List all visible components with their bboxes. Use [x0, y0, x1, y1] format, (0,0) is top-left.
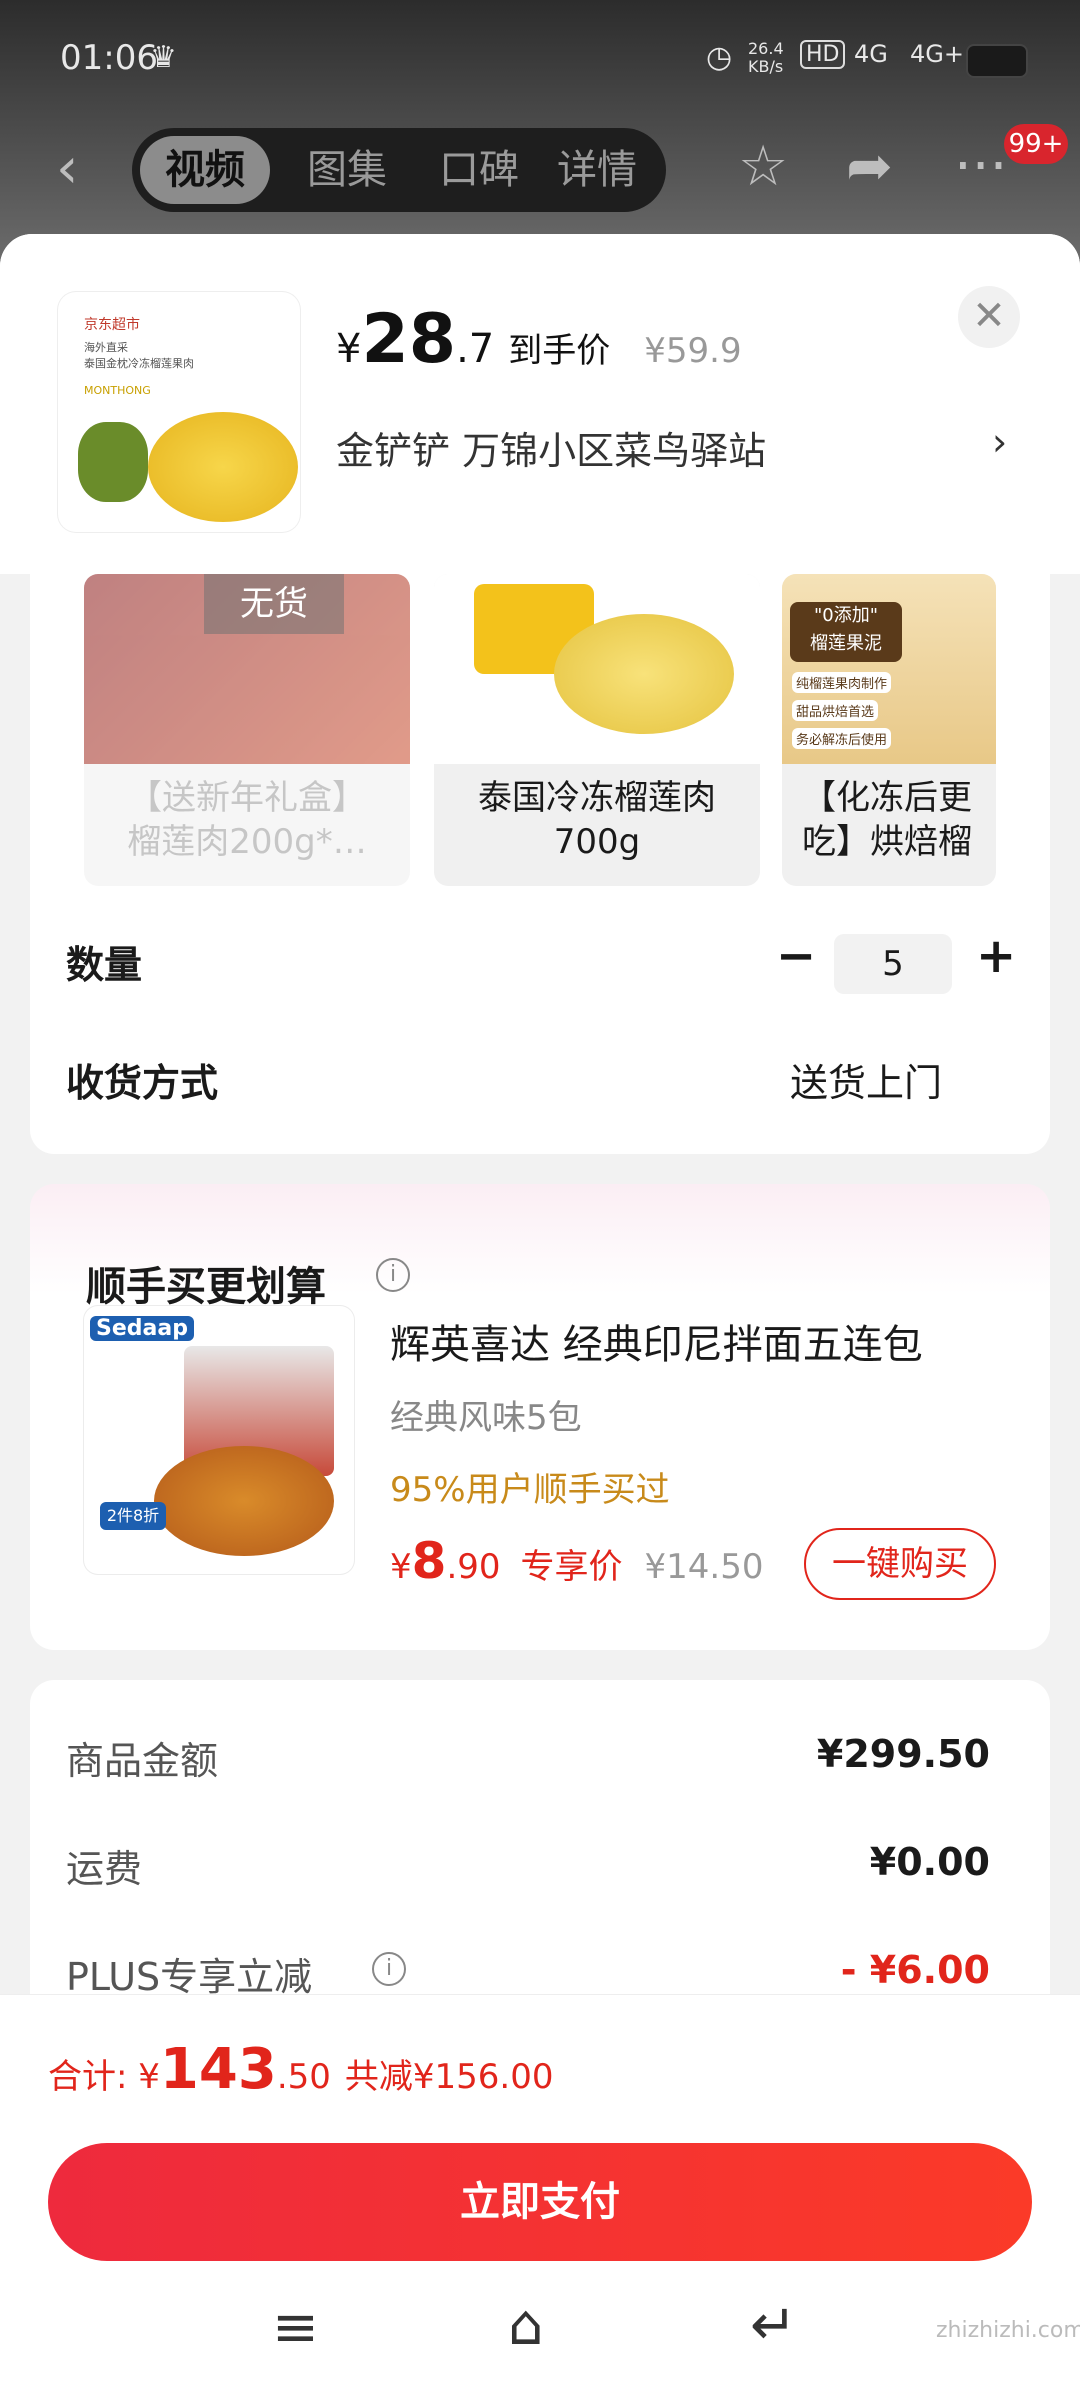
- tab-details[interactable]: 详情: [532, 128, 662, 212]
- promo-badge: 2件8折: [100, 1502, 166, 1530]
- hd-icon: HD: [800, 40, 846, 69]
- quantity-input[interactable]: 5: [834, 934, 952, 994]
- bundle-title: 顺手买更划算: [86, 1264, 326, 1310]
- quantity-label: 数量: [66, 943, 143, 987]
- sku-name: 【化冻后更 吃】烘焙榴: [802, 778, 972, 862]
- durian-flesh-image: [148, 412, 298, 522]
- network-speed: 26.4 KB/s: [748, 39, 784, 76]
- puree-tag: 纯榴莲果肉制作: [792, 672, 892, 693]
- sku-option-3[interactable]: "0添加" 榴莲果泥 纯榴莲果肉制作 甜品烘焙首选 务必解冻后使用 【化冻后更 …: [782, 574, 996, 886]
- quantity-plus-button[interactable]: +: [976, 928, 1016, 984]
- sku-image-durian: [434, 574, 760, 764]
- menu-icon[interactable]: ≡: [272, 2295, 319, 2360]
- battery-icon: [966, 44, 1028, 78]
- plus-discount-value: - ¥6.00: [840, 1948, 990, 1992]
- bundle-card: 顺手买更划算 i Sedaap 2件8折 辉英喜达 经典印尼拌面五连包 经典风味…: [30, 1184, 1050, 1650]
- price-decimal: .90: [446, 1547, 501, 1587]
- price-decimal: .7: [456, 326, 495, 372]
- delivery-address[interactable]: 金铲铲 万锦小区菜鸟驿站: [336, 420, 766, 475]
- checkout-bar: 合计: ¥143.50 共减¥156.00 立即支付 ≡ ⌂ ↵: [0, 1994, 1080, 2401]
- subtotal-label: 商品金额: [66, 1739, 219, 1783]
- watermark: zhizhizhi.com: [936, 2318, 1080, 2343]
- bundle-flavor: 经典风味5包: [390, 1398, 582, 1438]
- total-saved: 共减¥156.00: [344, 2057, 554, 2097]
- chevron-right-icon[interactable]: ›: [992, 420, 1007, 464]
- signal-4g: 4G: [854, 40, 888, 68]
- bundle-product-image[interactable]: Sedaap 2件8折: [84, 1306, 354, 1574]
- close-icon[interactable]: ✕: [958, 286, 1020, 348]
- thumb-brand: 京东超市: [84, 317, 140, 333]
- status-time: 01:06: [60, 38, 158, 78]
- durian-plate-image: [554, 614, 734, 734]
- original-price: ¥59.9: [644, 331, 742, 371]
- bundle-brand: Sedaap: [90, 1316, 194, 1341]
- thumb-caption: 海外直采 泰国金枕冷冻榴莲果肉: [84, 341, 194, 370]
- sku-option-2[interactable]: 泰国冷冻榴莲肉 700g: [434, 574, 760, 886]
- info-icon[interactable]: i: [376, 1258, 410, 1292]
- subtotal-value: ¥299.50: [816, 1732, 990, 1776]
- tab-video[interactable]: 视频: [140, 136, 270, 204]
- price-tag: 专享价: [520, 1547, 623, 1587]
- total-integer: 143: [159, 2037, 277, 2102]
- media-tabs: 视频 图集 口碑 详情: [132, 128, 666, 212]
- no-additive-badge: "0添加" 榴莲果泥: [790, 602, 902, 662]
- product-thumbnail[interactable]: 京东超市 海外直采 泰国金枕冷冻榴莲果肉 MONTHONG: [58, 292, 300, 532]
- shipping-label: 运费: [66, 1847, 143, 1891]
- product-price: ¥28.7 到手价 ¥59.9: [336, 300, 742, 379]
- tab-reviews[interactable]: 口碑: [414, 128, 544, 212]
- puree-tag: 务必解冻后使用: [792, 728, 892, 749]
- spec-card: 无货 【送新年礼盒】 榴莲肉200g*… 泰国冷冻榴莲肉 700g "0添加" …: [30, 574, 1050, 1154]
- original-price: ¥14.50: [644, 1547, 764, 1587]
- price-integer: 8: [411, 1532, 447, 1590]
- price-symbol: ¥: [390, 1547, 412, 1587]
- noodle-plate-image: [154, 1446, 334, 1556]
- one-click-buy-button[interactable]: 一键购买: [804, 1528, 996, 1600]
- tab-gallery[interactable]: 图集: [282, 128, 412, 212]
- out-of-stock-label: 无货: [204, 574, 344, 634]
- back-icon[interactable]: ‹: [56, 136, 78, 201]
- price-symbol: ¥: [336, 326, 362, 372]
- crown-icon: ♛: [150, 40, 177, 75]
- delivery-method-label: 收货方式: [66, 1061, 219, 1105]
- puree-tag: 甜品烘焙首选: [792, 700, 879, 721]
- durian-shell-image: [78, 422, 148, 502]
- order-total: 合计: ¥143.50 共减¥156.00: [48, 2037, 554, 2102]
- notification-badge: 99+: [1004, 124, 1068, 164]
- favorite-star-icon[interactable]: ☆: [738, 134, 788, 199]
- total-decimal: .50: [276, 2057, 331, 2097]
- sku-name: 【送新年礼盒】 榴莲肉200g*…: [127, 778, 367, 862]
- signal-4g-plus: 4G+: [910, 40, 964, 68]
- price-integer: 28: [361, 300, 457, 379]
- price-tag: 到手价: [508, 331, 611, 371]
- info-icon[interactable]: i: [372, 1952, 406, 1986]
- bundle-price: ¥8.90 专享价 ¥14.50: [390, 1532, 763, 1590]
- bundle-purchase-rate: 95%用户顺手买过: [390, 1470, 670, 1510]
- share-icon[interactable]: ➦: [846, 134, 893, 199]
- sku-name: 泰国冷冻榴莲肉 700g: [478, 778, 716, 862]
- more-icon[interactable]: ···: [954, 134, 1007, 199]
- shipping-value: ¥0.00: [869, 1840, 990, 1884]
- home-icon[interactable]: ⌂: [508, 2293, 544, 2358]
- thumb-sub: MONTHONG: [84, 384, 151, 397]
- total-label: 合计: ¥: [48, 2057, 160, 2097]
- sku-image-puree: "0添加" 榴莲果泥 纯榴莲果肉制作 甜品烘焙首选 务必解冻后使用: [782, 574, 996, 764]
- quantity-minus-button[interactable]: −: [776, 928, 816, 984]
- alarm-icon: ◷: [706, 40, 733, 75]
- sku-option-1[interactable]: 无货 【送新年礼盒】 榴莲肉200g*…: [84, 574, 410, 886]
- back-nav-icon[interactable]: ↵: [750, 2293, 797, 2358]
- pay-now-button[interactable]: 立即支付: [48, 2143, 1032, 2261]
- plus-discount-label: PLUS专享立减: [66, 1955, 313, 1999]
- bundle-product-name[interactable]: 辉英喜达 经典印尼拌面五连包: [390, 1312, 923, 1370]
- delivery-method-value[interactable]: 送货上门: [790, 1052, 942, 1107]
